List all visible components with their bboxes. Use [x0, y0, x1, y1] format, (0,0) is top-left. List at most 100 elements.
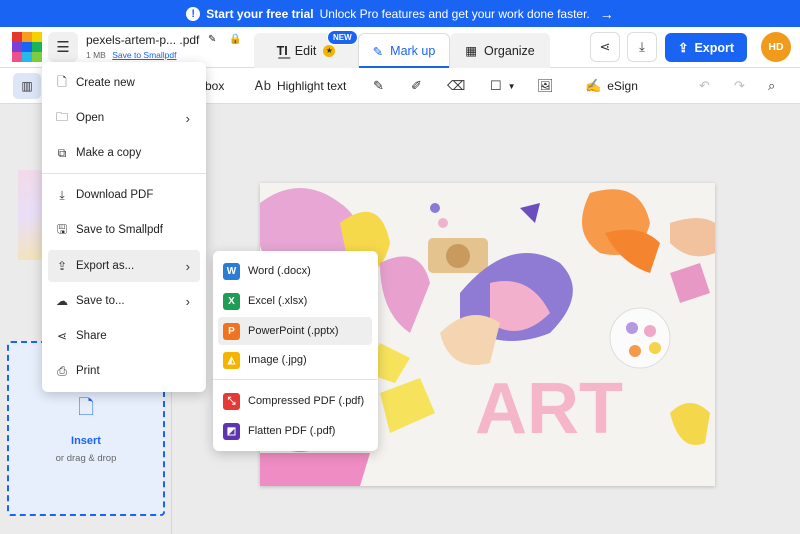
star-icon: ★: [323, 44, 336, 57]
export-item-label: PowerPoint (.pptx): [248, 325, 339, 337]
upload-icon: ⇪: [677, 41, 689, 55]
menu-item-print[interactable]: ⎙ Print: [48, 355, 200, 387]
page-thumbnail[interactable]: [18, 170, 42, 260]
download-icon: ⤓: [59, 187, 65, 202]
menu-item-create-new[interactable]: 🗋 Create new: [48, 67, 200, 99]
menu-item-save-to[interactable]: ☁ Save to... ›: [48, 285, 200, 317]
export-item-label: Compressed PDF (.pdf): [248, 395, 365, 407]
eraser-tool[interactable]: ⌫: [447, 68, 465, 104]
export-powerpoint[interactable]: P PowerPoint (.pptx): [218, 317, 372, 345]
file-add-icon: 🗋: [77, 397, 95, 419]
arrow-right-icon: →: [599, 5, 614, 22]
smallpdf-logo[interactable]: [12, 32, 42, 62]
text-cursor-icon: T͟I: [276, 43, 288, 58]
tab-organize-label: Organize: [484, 43, 535, 58]
word-icon: W: [223, 262, 240, 280]
image-tool[interactable]: 🖼: [537, 68, 554, 104]
pen-tool[interactable]: ✎: [373, 68, 384, 104]
file-plus-icon: 🗋: [57, 74, 67, 89]
menu-item-save-smallpdf[interactable]: 🖫 Save to Smallpdf: [48, 214, 200, 246]
export-item-label: Word (.docx): [248, 265, 311, 277]
export-excel[interactable]: X Excel (.xlsx): [218, 287, 372, 315]
compress-icon: ⤡: [223, 392, 240, 410]
pen-icon: ✎: [372, 44, 384, 59]
textbox-label: box: [205, 79, 225, 93]
menu-item-label: Save to Smallpdf: [76, 224, 163, 236]
avatar[interactable]: HD: [761, 32, 791, 62]
export-button[interactable]: ⇪ Export: [665, 33, 747, 62]
menu-item-label: Print: [76, 365, 100, 377]
menu-item-label: Download PDF: [76, 189, 154, 201]
export-image[interactable]: ◭ Image (.jpg): [218, 346, 372, 374]
insert-label: Insert: [71, 435, 101, 447]
file-menu: 🗋 Create new 🗀 Open › ⧉ Make a copy ⤓ Downloa…: [42, 62, 206, 392]
menu-item-label: Make a copy: [76, 147, 142, 159]
undo-button[interactable]: ↶: [699, 68, 710, 104]
menu-item-open[interactable]: 🗀 Open ›: [48, 102, 200, 134]
lock-icon[interactable]: 🔒: [229, 34, 241, 45]
esign-label: eSign: [607, 79, 638, 93]
download-icon: ⤓: [639, 39, 645, 54]
banner-cta: Start your free trial: [206, 6, 314, 21]
menu-item-download-pdf[interactable]: ⤓ Download PDF: [48, 179, 200, 211]
file-meta: 1 MB Save to Smallpdf: [86, 50, 176, 60]
menu-item-make-copy[interactable]: ⧉ Make a copy: [48, 137, 200, 169]
image-icon: ◭: [223, 351, 240, 369]
tab-organize[interactable]: ▦ Organize: [450, 33, 550, 68]
excel-icon: X: [223, 292, 240, 310]
menu-item-label: Export as...: [76, 260, 135, 272]
signature-icon: ✍: [585, 78, 602, 93]
export-compressed-pdf[interactable]: ⤡ Compressed PDF (.pdf): [218, 387, 372, 415]
search-icon: ⌕: [768, 78, 776, 93]
flatten-icon: ◩: [223, 422, 240, 440]
tab-markup[interactable]: ✎ Mark up: [358, 33, 450, 68]
export-label: Export: [694, 40, 735, 55]
export-item-label: Excel (.xlsx): [248, 295, 308, 307]
promo-banner[interactable]: ! Start your free trial Unlock Pro featu…: [0, 0, 800, 27]
chevron-right-icon: ›: [185, 293, 190, 309]
grid-icon: ▦: [465, 44, 478, 58]
submenu-divider: [213, 379, 378, 380]
pencil-icon[interactable]: ✎: [208, 34, 216, 45]
chevron-right-icon: ›: [185, 110, 190, 126]
export-word[interactable]: W Word (.docx): [218, 257, 372, 285]
shape-tool[interactable]: ☐ ▼: [490, 68, 516, 104]
caret-down-icon: ▼: [507, 81, 516, 91]
info-icon: !: [186, 6, 201, 21]
undo-icon: ↶: [699, 78, 710, 93]
new-badge: NEW: [327, 30, 358, 45]
redo-button[interactable]: ↷: [734, 68, 745, 104]
tab-edit-label: Edit: [294, 43, 317, 58]
file-name[interactable]: pexels-artem-p... .pdf: [86, 33, 199, 47]
menu-item-label: Open: [76, 112, 105, 124]
esign-tool[interactable]: ✍ eSign: [585, 68, 638, 104]
export-flatten-pdf[interactable]: ◩ Flatten PDF (.pdf): [218, 417, 372, 445]
save-to-smallpdf-link[interactable]: Save to Smallpdf: [112, 50, 176, 60]
share-button[interactable]: ⋖: [590, 32, 620, 62]
highlighter-icon: ✐: [411, 78, 422, 93]
search-button[interactable]: ⌕: [768, 68, 775, 104]
highlighter-tool[interactable]: ✐: [411, 68, 422, 104]
highlight-text-icon: Ꭺb: [255, 78, 271, 93]
menu-item-export-as[interactable]: ⇪ Export as... ›: [48, 250, 200, 282]
menu-divider: [42, 173, 206, 174]
copy-icon: ⧉: [57, 145, 67, 160]
highlight-tool[interactable]: Ꭺb Highlight text: [255, 68, 346, 104]
hamburger-icon: ☰: [56, 39, 70, 56]
export-item-label: Flatten PDF (.pdf): [248, 425, 336, 437]
download-button[interactable]: ⤓: [627, 32, 657, 62]
sidebar-icon: ▥: [21, 79, 33, 93]
share-icon: ⋖: [599, 39, 611, 54]
sidebar-toggle[interactable]: ▥: [13, 73, 41, 99]
menu-item-label: Save to...: [76, 295, 125, 307]
menu-button[interactable]: ☰: [48, 32, 78, 62]
share-icon: ⋖: [56, 329, 68, 343]
redo-icon: ↷: [734, 78, 745, 93]
file-size: 1 MB: [86, 50, 106, 60]
menu-item-share[interactable]: ⋖ Share: [48, 320, 200, 352]
chevron-right-icon: ›: [185, 258, 190, 274]
cloud-upload-icon: ☁: [56, 294, 68, 308]
textbox-tool[interactable]: box: [205, 68, 224, 104]
highlight-label: Highlight text: [276, 79, 347, 93]
eraser-icon: ⌫: [447, 78, 466, 93]
